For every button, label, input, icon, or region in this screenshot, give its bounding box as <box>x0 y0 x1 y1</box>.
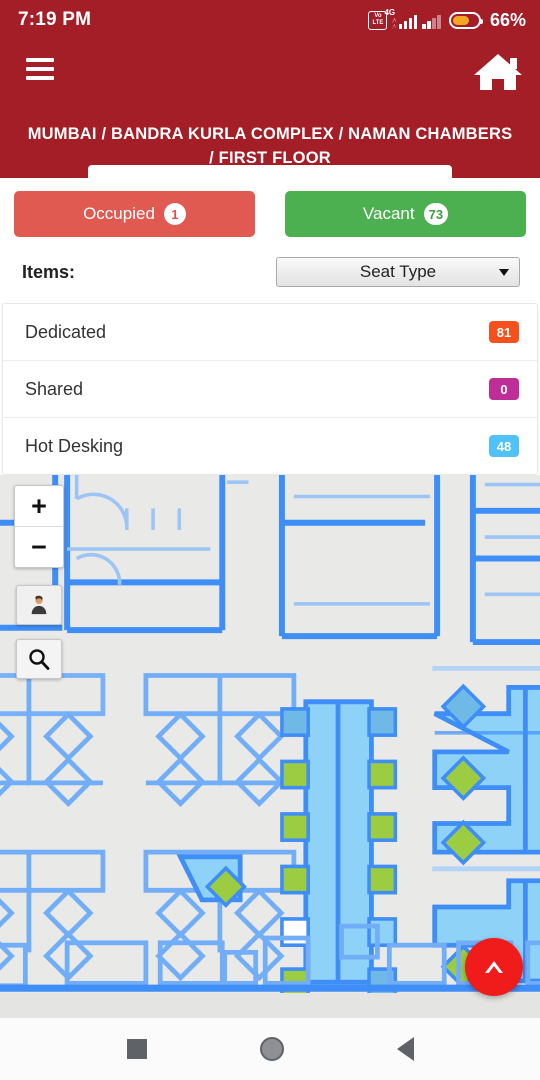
zoom-out-button[interactable]: − <box>15 527 63 567</box>
items-label: Items: <box>22 261 76 282</box>
volte-bottom-label: LTE <box>372 20 384 26</box>
network-type-label: 4G <box>384 8 396 17</box>
seat-type-selected-value: Seat Type <box>359 262 437 281</box>
volte-top-label: Vo <box>374 13 382 19</box>
floor-plan-drawing <box>0 475 540 1018</box>
tab-vacant[interactable]: Vacant 73 <box>285 191 526 237</box>
tab-vacant-count: 73 <box>423 203 449 225</box>
list-item[interactable]: Dedicated 81 <box>3 304 537 361</box>
list-item[interactable]: Hot Desking 48 <box>3 418 537 474</box>
app-header: MUMBAI / BANDRA KURLA COMPLEX / NAMAN CH… <box>0 40 540 178</box>
battery-icon <box>448 11 483 29</box>
tab-vacant-label: Vacant <box>362 204 415 223</box>
app-root: 7:19 PM Vo LTE 4G 66% MUMBAI / BANDRA KU… <box>0 0 540 1080</box>
chevron-down-icon <box>499 268 509 276</box>
home-icon[interactable] <box>472 50 524 94</box>
status-clock: 7:19 PM <box>18 9 92 30</box>
signal-4g-icon: 4G <box>384 8 418 29</box>
back-triangle-icon[interactable] <box>396 1037 414 1061</box>
tab-occupied-label: Occupied <box>83 204 155 223</box>
scroll-up-fab-button[interactable] <box>465 938 523 996</box>
content-panel: Occupied 1 Vacant 73 Items: Seat Type De… <box>0 178 540 475</box>
tab-occupied[interactable]: Occupied 1 <box>14 191 255 237</box>
list-item-label: Dedicated <box>25 321 107 342</box>
battery-percent-label: 66% <box>489 9 526 30</box>
signal-icon <box>422 11 441 29</box>
status-badge: 0 <box>489 378 519 400</box>
items-filter-row: Items: Seat Type <box>0 251 540 303</box>
desk-cluster <box>432 683 540 866</box>
seat-type-select[interactable]: Seat Type <box>276 257 520 287</box>
status-badge: 48 <box>489 435 519 457</box>
list-item[interactable]: Shared 0 <box>3 361 537 418</box>
breadcrumb: MUMBAI / BANDRA KURLA COMPLEX / NAMAN CH… <box>27 125 513 167</box>
hamburger-menu-icon[interactable] <box>26 58 54 80</box>
pegman-person-icon[interactable] <box>16 585 62 625</box>
tab-occupied-count: 1 <box>163 203 186 225</box>
chevron-up-icon <box>485 961 503 974</box>
data-arrows-icon <box>392 18 397 29</box>
android-nav-bar <box>0 1018 540 1080</box>
seat-type-list: Dedicated 81 Shared 0 Hot Desking 48 <box>2 303 538 475</box>
map-zoom-controls: + − <box>14 485 64 568</box>
floor-plan-map[interactable]: + − <box>0 475 540 1018</box>
recents-square-icon[interactable] <box>126 1039 147 1059</box>
list-item-label: Hot Desking <box>25 435 124 456</box>
search-icon[interactable] <box>16 639 62 679</box>
home-circle-icon[interactable] <box>259 1037 284 1061</box>
status-tabs: Occupied 1 Vacant 73 <box>0 178 540 251</box>
status-badge: 81 <box>489 321 519 343</box>
zoom-in-button[interactable]: + <box>15 486 63 527</box>
list-item-label: Shared <box>25 378 84 399</box>
status-bar: 7:19 PM Vo LTE 4G 66% <box>0 0 540 40</box>
battery-fill <box>452 15 469 25</box>
header-panel-edge <box>88 165 452 178</box>
status-icons: Vo LTE 4G 66% <box>368 8 526 31</box>
